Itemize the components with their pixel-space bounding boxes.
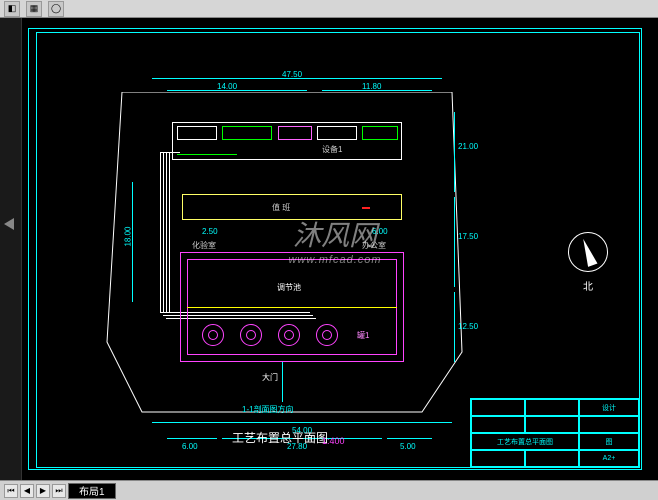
equip-4	[317, 126, 357, 140]
tab-nav-next-icon[interactable]: ▶	[36, 484, 50, 498]
equip-1	[177, 126, 217, 140]
pipe-h1	[160, 152, 180, 153]
tool-icon-1[interactable]: ◧	[4, 1, 20, 17]
dim-r1: 21.00	[458, 142, 478, 151]
dim-inner-b: 6.00	[372, 227, 388, 236]
equip-5	[362, 126, 398, 140]
equip-2	[222, 126, 272, 140]
tb-r2c2	[525, 416, 579, 433]
tab-layout-1[interactable]: 布局1	[68, 483, 116, 499]
viewport-arrow-icon[interactable]	[4, 218, 14, 230]
drawing-area: 北 47.50 14.00 11.80 21.00 17.50 12.50 18…	[0, 18, 658, 480]
section-label: 1-1剖面图方向	[242, 404, 294, 415]
drawing-scale: 1:400	[322, 436, 345, 446]
tb-r1c3: 设计	[579, 399, 639, 416]
dim-line-br	[387, 438, 432, 439]
drawing-title: 工艺布置总平面图	[232, 429, 328, 446]
label-equip-row: 设备1	[322, 144, 342, 155]
label-lab: 化验室	[192, 240, 216, 251]
north-label: 北	[568, 278, 608, 293]
tb-r1c2	[525, 399, 579, 416]
tb-r1c1	[471, 399, 525, 416]
model-canvas[interactable]: 北 47.50 14.00 11.80 21.00 17.50 12.50 18…	[22, 22, 648, 476]
dim-top-left: 14.00	[217, 82, 237, 91]
dim-line-bottom-total	[152, 422, 452, 423]
label-dorm: 值 班	[272, 202, 290, 213]
label-office: 办公室	[362, 240, 386, 251]
pipe-v2	[163, 152, 164, 312]
label-pool: 调节池	[277, 282, 301, 293]
pipe-v3	[166, 152, 167, 312]
pipe-v1	[160, 152, 161, 312]
tool-icon-2[interactable]: ▦	[26, 1, 42, 17]
dim-left: 18.00	[124, 226, 133, 246]
tb-r3c3: 图	[579, 433, 639, 450]
tank-3	[278, 324, 300, 346]
tb-r2c3	[579, 416, 639, 433]
label-tank-row: 罐1	[357, 330, 369, 341]
tab-nav-first-icon[interactable]: ⏮	[4, 484, 18, 498]
equip-3	[278, 126, 312, 140]
tool-icon-3[interactable]: ◯	[48, 1, 64, 17]
tank-4	[316, 324, 338, 346]
tb-sheet-size: A2+	[579, 450, 639, 467]
red-mark	[362, 207, 370, 209]
dim-bl: 6.00	[182, 442, 198, 451]
dim-br: 5.00	[400, 442, 416, 451]
dim-line-r2	[454, 197, 455, 287]
pool-divider	[187, 307, 397, 308]
tb-drawing-name: 工艺布置总平面图	[471, 433, 579, 450]
tb-r2c1	[471, 416, 525, 433]
dim-top-right: 11.80	[362, 82, 381, 91]
layout-tab-bar: ⏮ ◀ ▶ ⏭ 布局1	[0, 480, 658, 500]
tank-1	[202, 324, 224, 346]
dim-inner-a: 2.50	[202, 227, 218, 236]
tab-nav-last-icon[interactable]: ⏭	[52, 484, 66, 498]
dim-r3: 12.50	[458, 322, 478, 331]
dim-r2: 17.50	[458, 232, 478, 241]
north-arrow-icon	[568, 232, 608, 272]
tb-r4c2	[525, 450, 579, 467]
tab-nav-prev-icon[interactable]: ◀	[20, 484, 34, 498]
top-toolbar: ◧ ▦ ◯	[0, 0, 658, 18]
dim-line-r1	[454, 112, 455, 192]
dim-line-r3	[454, 292, 455, 362]
dim-line-bl	[167, 438, 217, 439]
dim-top-total: 47.50	[282, 70, 302, 79]
green-line-1	[177, 154, 237, 155]
left-gutter	[0, 18, 22, 480]
title-block: 设计 工艺布置总平面图 图 A2+	[470, 398, 640, 468]
tb-r4c1	[471, 450, 525, 467]
tank-2	[240, 324, 262, 346]
pipe-v4	[169, 152, 170, 312]
label-gate: 大门	[262, 372, 278, 383]
section-leader	[282, 362, 283, 402]
